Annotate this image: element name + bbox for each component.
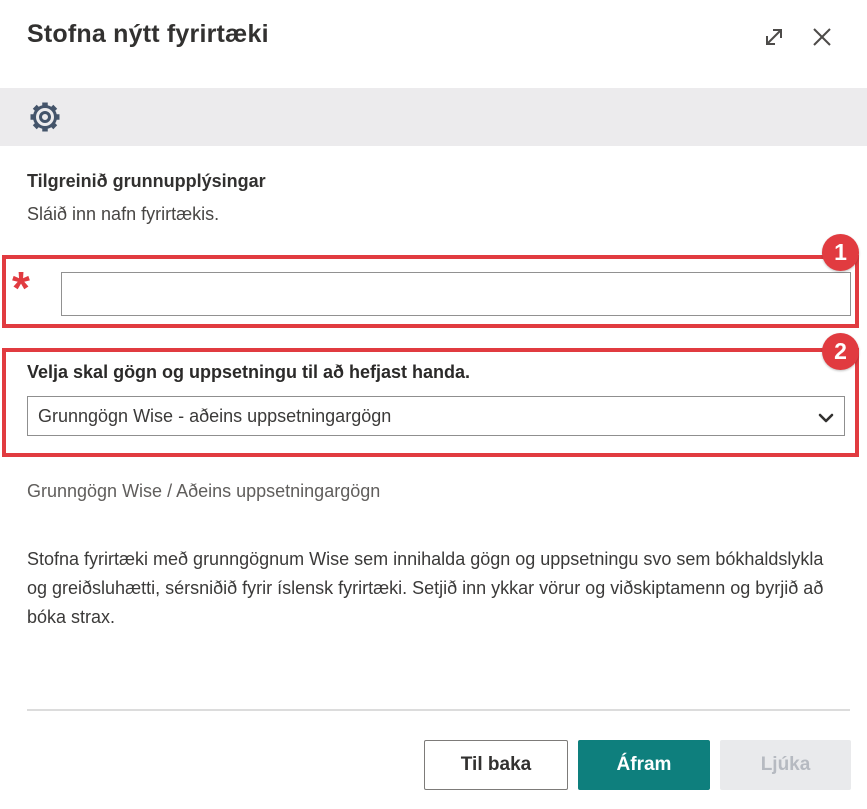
company-name-input[interactable] (61, 272, 851, 316)
annotation-badge-2: 2 (822, 333, 859, 370)
dialog-title: Stofna nýtt fyrirtæki (27, 20, 269, 49)
close-icon (809, 24, 835, 53)
settings-toolbar (0, 88, 867, 146)
create-company-dialog: Stofna nýtt fyrirtæki (0, 0, 867, 809)
selection-summary: Grunngögn Wise / Aðeins uppsetningargögn (27, 481, 380, 502)
footer-divider (27, 709, 850, 711)
annotation-box-2: Velja skal gögn og uppsetningu til að he… (2, 348, 859, 457)
annotation-badge-1: 1 (822, 234, 859, 271)
data-setup-select[interactable]: Grunngögn Wise - aðeins uppsetningargögn (27, 396, 845, 436)
settings-button[interactable] (24, 97, 66, 139)
data-setup-selected-value: Grunngögn Wise - aðeins uppsetningargögn (38, 406, 391, 427)
next-button[interactable]: Áfram (578, 740, 710, 790)
annotation-box-1: * (2, 255, 859, 328)
finish-button: Ljúka (720, 740, 851, 790)
expand-button[interactable] (758, 22, 790, 54)
description-text: Stofna fyrirtæki með grunngögnum Wise se… (27, 545, 827, 632)
expand-icon (761, 24, 787, 53)
close-button[interactable] (806, 22, 838, 54)
gear-icon (25, 125, 65, 140)
required-marker: * (12, 265, 30, 311)
back-button[interactable]: Til baka (424, 740, 568, 790)
section-heading: Tilgreinið grunnupplýsingar (27, 171, 266, 192)
data-setup-label: Velja skal gögn og uppsetningu til að he… (27, 362, 470, 383)
instruction-text: Sláið inn nafn fyrirtækis. (27, 204, 219, 225)
chevron-down-icon (818, 411, 834, 429)
